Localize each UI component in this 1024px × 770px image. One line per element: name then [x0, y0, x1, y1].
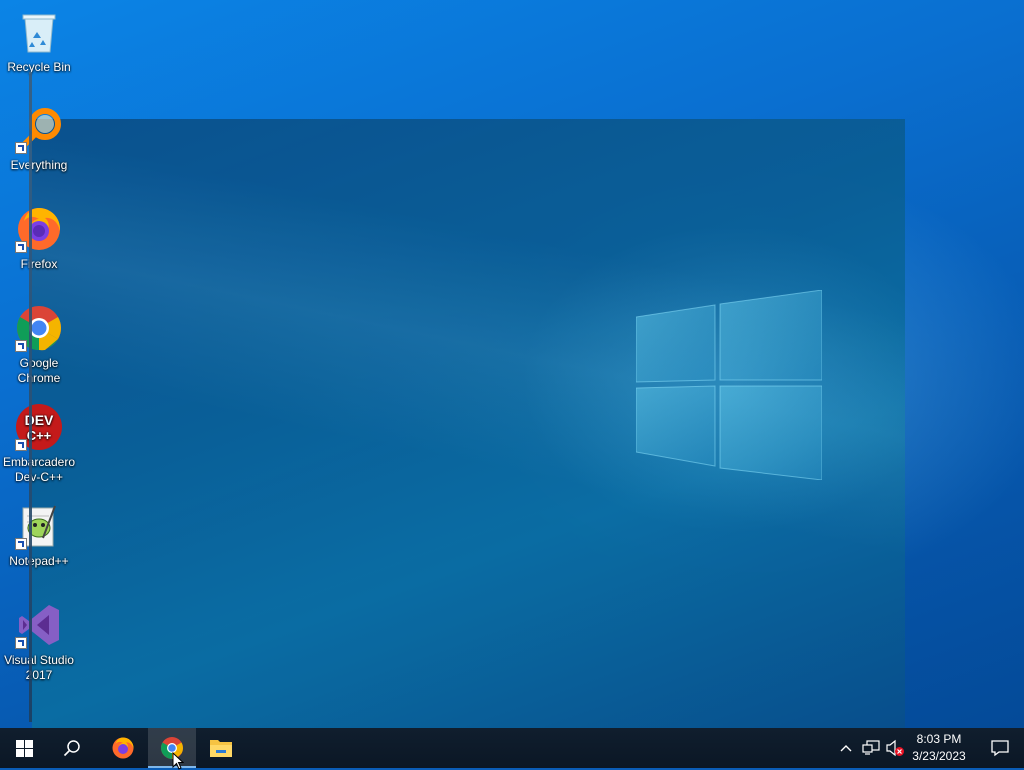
volume-muted-icon [886, 739, 904, 757]
windows-logo-wallpaper [636, 290, 822, 480]
vertical-window-edge [29, 72, 32, 722]
shortcut-arrow-icon [15, 637, 27, 649]
desktop-icon-google-chrome[interactable]: Google Chrome [1, 304, 77, 386]
desktop-icon-label: Everything [10, 158, 68, 172]
network-icon [862, 740, 880, 755]
windows-start-icon [15, 739, 33, 757]
firefox-icon [112, 737, 134, 759]
devcpp-icon: DEV C++ [15, 403, 63, 451]
network-button[interactable] [861, 738, 881, 758]
taskbar-clock[interactable]: 8:03 PM 3/23/2023 [904, 731, 974, 765]
action-center-button[interactable] [976, 728, 1024, 768]
desktop-icon-visual-studio-2017[interactable]: Visual Studio 2017 [1, 601, 77, 683]
desktop-icon-recycle-bin[interactable]: Recycle Bin [1, 8, 77, 75]
firefox-icon [15, 205, 63, 253]
start-button[interactable] [0, 728, 48, 768]
desktop-icon-label: Embarcadero Dev-C++ [2, 455, 76, 484]
folder-icon [210, 740, 232, 757]
shortcut-arrow-icon [15, 142, 27, 154]
notepadpp-icon [15, 502, 63, 550]
shortcut-arrow-icon [15, 538, 27, 550]
shortcut-arrow-icon [15, 439, 27, 451]
mouse-cursor-icon [172, 752, 184, 770]
chrome-icon [15, 304, 63, 352]
taskbar: 8:03 PM 3/23/2023 [0, 728, 1024, 768]
clock-time: 8:03 PM [916, 732, 962, 746]
desktop-icon-label: Firefox [20, 257, 58, 271]
desktop-icon-label: Recycle Bin [7, 60, 71, 74]
desktop-icon-label: Google Chrome [17, 356, 61, 385]
desktop-icon-label: Visual Studio 2017 [4, 653, 74, 682]
chevron-up-icon [840, 745, 852, 752]
action-center-icon [991, 740, 1009, 757]
shortcut-arrow-icon [15, 241, 27, 253]
desktop-icon-label: Notepad++ [9, 554, 69, 568]
volume-button[interactable] [885, 738, 905, 758]
show-hidden-icons-button[interactable] [836, 738, 856, 758]
visual-studio-icon [15, 601, 63, 649]
desktop-icon-firefox[interactable]: Firefox [1, 205, 77, 272]
search-button[interactable] [48, 728, 96, 768]
desktop-icon-everything[interactable]: Everything [1, 106, 77, 173]
clock-date: 3/23/2023 [912, 749, 966, 763]
taskbar-file-explorer-button[interactable] [197, 728, 245, 768]
recycle-bin-icon [15, 8, 63, 56]
search-icon [63, 740, 80, 757]
everything-search-icon [15, 106, 63, 154]
desktop-icon-embarcadero-devcpp[interactable]: DEV C++ Embarcadero Dev-C++ [1, 403, 77, 485]
desktop-background: Recycle Bin Everything Firefox Google Ch… [0, 0, 1024, 728]
desktop-icon-notepadpp[interactable]: Notepad++ [1, 502, 77, 569]
taskbar-firefox-button[interactable] [99, 728, 147, 768]
shortcut-arrow-icon [15, 340, 27, 352]
